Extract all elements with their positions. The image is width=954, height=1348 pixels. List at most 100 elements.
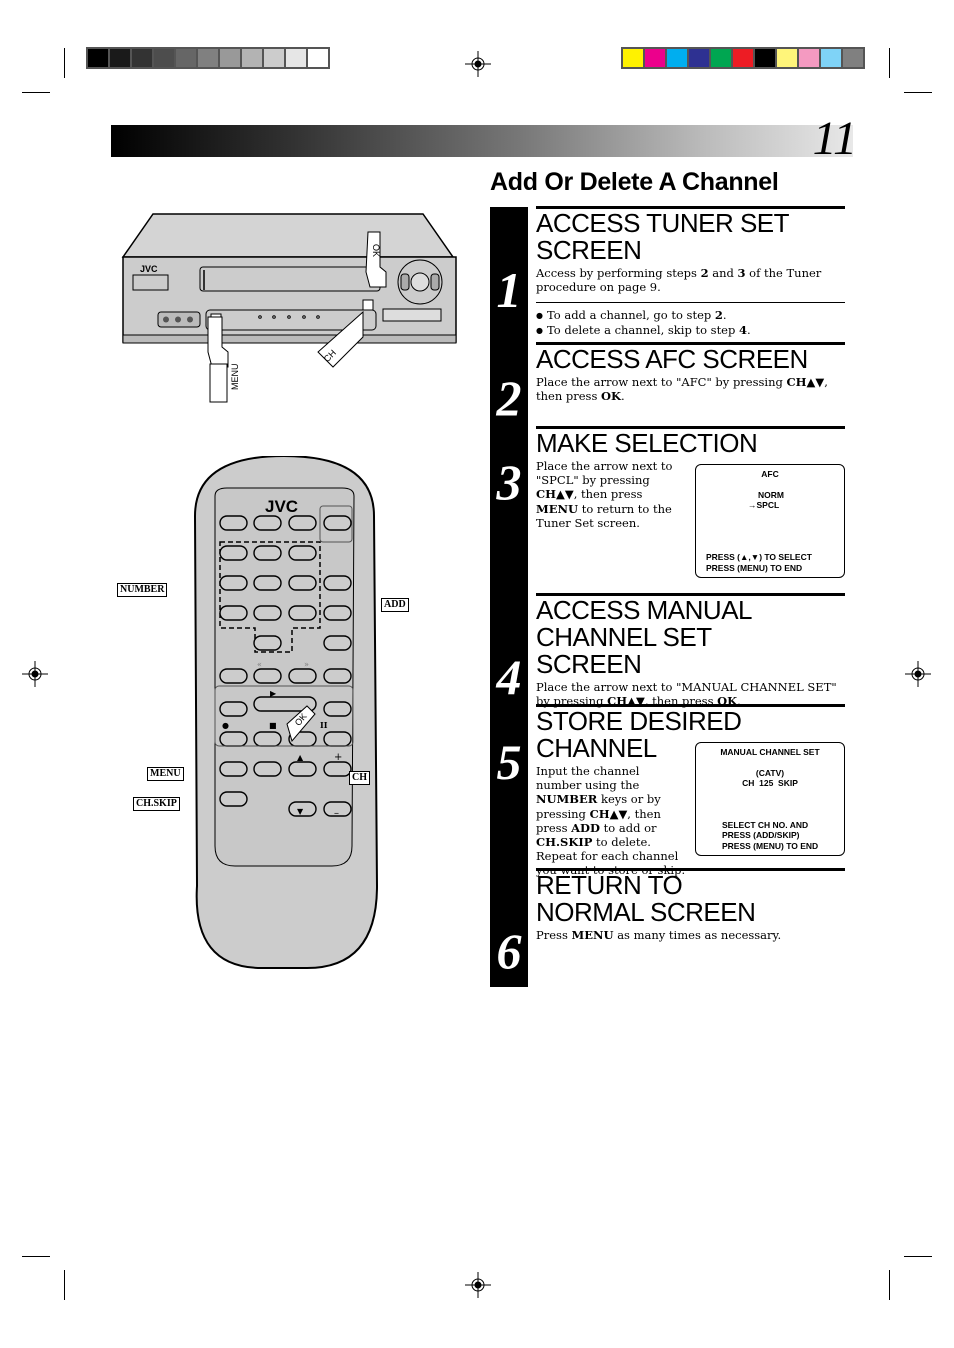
- color-swatch: [689, 49, 709, 67]
- callout-add: ADD: [381, 598, 409, 612]
- remote-button[interactable]: [253, 545, 282, 561]
- osd-line: CH 125 SKIP: [742, 778, 798, 788]
- registration-mark-icon: [22, 661, 48, 687]
- crop-mark: [904, 1256, 932, 1257]
- remote-button[interactable]: [323, 635, 352, 651]
- step-number: 3: [496, 454, 522, 510]
- crop-mark: [64, 1270, 65, 1300]
- svg-text:–: –: [334, 808, 339, 819]
- color-swatch: [645, 49, 665, 67]
- registration-mark-icon: [465, 1272, 491, 1298]
- osd-footer-line: PRESS (MENU) TO END: [706, 562, 803, 573]
- step-text: Access by performing steps 2 and 3 of th…: [536, 266, 822, 295]
- step-text: Place the arrow next to "SPCL" by pressi…: [536, 459, 673, 530]
- callout-ch-skip: CH.SKIP: [133, 797, 180, 811]
- step-title: ACCESS AFC SCREEN: [536, 344, 808, 374]
- remote-button[interactable]: [288, 761, 317, 777]
- step-text: Press MENU as many times as necessary.: [536, 928, 782, 942]
- remote-button[interactable]: [219, 731, 248, 747]
- remote-button[interactable]: [219, 761, 248, 777]
- crop-mark: [22, 92, 50, 93]
- svg-text:+: +: [334, 752, 342, 763]
- callout-ch: CH: [349, 771, 370, 785]
- step-6: RETURN TO NORMAL SCREEN Press MENU as ma…: [536, 868, 845, 942]
- remote-button[interactable]: [219, 575, 248, 591]
- step-number: 1: [496, 262, 522, 318]
- osd-footer-line: SELECT CH NO. AND: [722, 819, 809, 830]
- bullet-item: To delete a channel, skip to step 4.: [536, 323, 845, 338]
- remote-button[interactable]: [323, 515, 352, 531]
- remote-button[interactable]: [219, 701, 248, 717]
- color-swatch: [88, 49, 108, 67]
- remote-button[interactable]: [253, 515, 282, 531]
- step-title: ACCESS MANUAL CHANNEL SET SCREEN: [536, 595, 752, 679]
- remote-button[interactable]: [288, 605, 317, 621]
- color-swatch-bar: [621, 47, 865, 69]
- remote-button[interactable]: [323, 605, 352, 621]
- osd-footer-line: PRESS (ADD/SKIP): [722, 830, 800, 840]
- crop-mark: [889, 1270, 890, 1300]
- remote-button[interactable]: [253, 575, 282, 591]
- remote-button[interactable]: [253, 635, 282, 651]
- remote-button[interactable]: [288, 668, 317, 684]
- crop-mark: [904, 92, 932, 93]
- remote-button[interactable]: [323, 761, 352, 777]
- osd-title: MANUAL CHANNEL SET: [720, 747, 820, 757]
- step-text: Input the channel number using the NUMBE…: [536, 764, 685, 877]
- remote-control-illustration: JVC « » ▶ ● ■ II ▲ ▼ + – OK: [193, 456, 379, 969]
- color-swatch: [154, 49, 174, 67]
- callout-number: NUMBER: [117, 583, 168, 597]
- arrow-icon: →: [748, 500, 757, 510]
- color-swatch: [242, 49, 262, 67]
- remote-button[interactable]: [323, 731, 352, 747]
- crop-mark: [889, 48, 890, 78]
- color-swatch: [755, 49, 775, 67]
- svg-text:«: «: [257, 660, 262, 669]
- remote-button[interactable]: [253, 668, 282, 684]
- step-number: 6: [496, 923, 522, 979]
- afc-osd-screen: AFC NORM →SPCL PRESS (▲,▼) TO SELECT PRE…: [695, 464, 845, 578]
- crop-mark: [64, 48, 65, 78]
- remote-button[interactable]: [253, 761, 282, 777]
- color-swatch: [286, 49, 306, 67]
- vcr-menu-hand-label: MENU: [230, 364, 240, 391]
- remote-button[interactable]: [288, 545, 317, 561]
- osd-footer-line: PRESS (MENU) TO END: [722, 840, 819, 851]
- remote-button[interactable]: [323, 668, 352, 684]
- remote-button[interactable]: [219, 791, 248, 807]
- step-4: ACCESS MANUAL CHANNEL SET SCREEN Place t…: [536, 593, 845, 708]
- color-swatch: [821, 49, 841, 67]
- step-1: ACCESS TUNER SET SCREEN Access by perfor…: [536, 206, 845, 338]
- remote-button[interactable]: [288, 515, 317, 531]
- remote-button[interactable]: [219, 515, 248, 531]
- remote-button[interactable]: [323, 575, 352, 591]
- divider: [536, 302, 845, 304]
- color-swatch: [733, 49, 753, 67]
- manual-channel-set-osd-screen: MANUAL CHANNEL SET (CATV) CH 125 SKIP SE…: [695, 742, 845, 856]
- color-swatch: [308, 49, 328, 67]
- remote-button[interactable]: [253, 605, 282, 621]
- svg-text:▶: ▶: [270, 689, 277, 698]
- remote-button[interactable]: [253, 731, 282, 747]
- step-title: RETURN TO NORMAL SCREEN: [536, 870, 756, 927]
- remote-button[interactable]: [288, 575, 317, 591]
- grayscale-swatch-bar: [86, 47, 330, 69]
- registration-mark-icon: [465, 51, 491, 77]
- header-gradient-banner: [111, 125, 853, 157]
- color-swatch: [843, 49, 863, 67]
- remote-button[interactable]: [219, 545, 248, 561]
- crop-mark: [22, 1256, 50, 1257]
- osd-line: (CATV): [755, 767, 785, 778]
- step-number: 2: [496, 370, 522, 426]
- color-swatch: [667, 49, 687, 67]
- remote-brand-logo: JVC: [265, 497, 298, 516]
- step-number: 4: [496, 649, 522, 705]
- color-swatch: [777, 49, 797, 67]
- color-swatch: [220, 49, 240, 67]
- remote-button[interactable]: [219, 605, 248, 621]
- step-bullets: To add a channel, go to step 2.To delete…: [536, 308, 845, 338]
- vcr-illustration: JVC OK MENU CH: [121, 213, 457, 403]
- osd-option-norm: NORM: [758, 489, 784, 500]
- remote-button[interactable]: [323, 701, 352, 717]
- remote-button[interactable]: [219, 668, 248, 684]
